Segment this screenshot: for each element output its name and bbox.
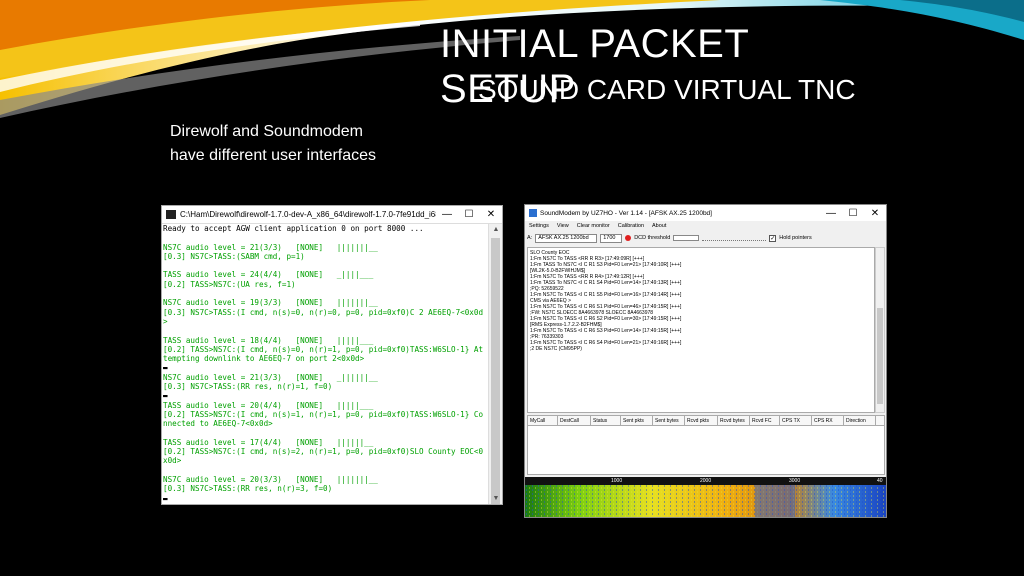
minimize-button[interactable]: — bbox=[436, 209, 458, 220]
monitor-pane: SLO County EOC 1:Fm NS7C To TASS <RR R R3… bbox=[527, 247, 875, 413]
maximize-button[interactable]: ☐ bbox=[458, 209, 480, 220]
hold-pointers-label: Hold pointers bbox=[779, 235, 812, 241]
slide-body-text: Direwolf and Soundmodem have different u… bbox=[170, 120, 430, 168]
console-line: TASS audio level = 20(4/4) [NONE] |||||_… bbox=[163, 400, 374, 410]
console-line: nnected to AE6EQ-7<0x0d> bbox=[163, 419, 273, 429]
column-header[interactable]: MyCall bbox=[528, 416, 558, 425]
scrollbar-thumb[interactable] bbox=[491, 238, 500, 504]
connections-table: MyCall DestCall Status Sent pkts Sent bytes R… bbox=[527, 415, 885, 475]
slide-subtitle: SOUND CARD VIRTUAL TNC bbox=[478, 74, 856, 105]
console-line: TASS audio level = 18(4/4) [NONE] |||||_… bbox=[163, 335, 374, 345]
soundmodem-window-title: SoundModem by UZ7HO - Ver 1.14 - [AFSK A… bbox=[540, 209, 712, 217]
slider-ticks bbox=[702, 236, 767, 241]
waterfall-frequency-axis: 1000 2000 3000 40 bbox=[525, 477, 886, 485]
console-line: NS7C audio level = 20(3/3) [NONE] ||||||… bbox=[163, 475, 378, 485]
waterfall-display[interactable] bbox=[525, 485, 887, 518]
column-header[interactable]: DestCall bbox=[558, 416, 591, 425]
menu-clear-monitor[interactable]: Clear monitor bbox=[577, 223, 610, 229]
hold-pointers-checkbox[interactable]: ✓ bbox=[769, 234, 777, 242]
soundmodem-menubar: Settings View Clear monitor Calibration … bbox=[525, 221, 886, 231]
column-header[interactable]: Rcvd bytes bbox=[718, 416, 750, 425]
console-line: [0.2] TASS>NS7C:(I cmd, n(s)=1, n(r)=1, … bbox=[163, 409, 484, 419]
mode-value: AFSK AX.25 1200bd bbox=[538, 235, 589, 241]
direwolf-titlebar[interactable]: C:\Ham\Direwolf\direwolf-1.7.0-dev-A_x86… bbox=[162, 206, 502, 224]
console-line: NS7C audio level = 19(3/3) [NONE] ||||||… bbox=[163, 298, 378, 308]
close-button[interactable]: ✕ bbox=[480, 209, 502, 220]
frequency-tick-label: 2000 bbox=[700, 478, 712, 484]
soundmodem-window: SoundModem by UZ7HO - Ver 1.14 - [AFSK A… bbox=[524, 204, 887, 518]
column-header[interactable]: Direction bbox=[844, 416, 876, 425]
maximize-button[interactable]: ☐ bbox=[842, 208, 864, 219]
console-line: TASS audio level = 24(4/4) [NONE] _||||_… bbox=[163, 270, 374, 280]
console-line: ▬ bbox=[163, 493, 168, 503]
console-line: NS7C audio level = 21(3/3) [NONE] _|||||… bbox=[163, 372, 378, 382]
console-line: [0.2] TASS>NS7C:(I cmd, n(s)=2, n(r)=1, … bbox=[163, 447, 484, 457]
monitor-line: ;2 DE NS7C (CM95PP) bbox=[530, 346, 582, 352]
soundmodem-titlebar[interactable]: SoundModem by UZ7HO - Ver 1.14 - [AFSK A… bbox=[525, 205, 886, 221]
channel-label: A: bbox=[527, 235, 533, 241]
dcd-indicator-icon bbox=[625, 235, 632, 241]
soundmodem-app-icon bbox=[529, 209, 537, 217]
frequency-value: 1700 bbox=[603, 235, 616, 241]
mode-select[interactable]: AFSK AX.25 1200bd bbox=[535, 233, 598, 243]
console-line: ▬ bbox=[163, 363, 168, 373]
menu-settings[interactable]: Settings bbox=[529, 223, 549, 229]
body-line: Direwolf and Soundmodem bbox=[170, 123, 363, 140]
column-header[interactable]: Sent pkts bbox=[621, 416, 653, 425]
minimize-button[interactable]: — bbox=[820, 208, 842, 219]
scroll-down-arrow-icon[interactable]: ▼ bbox=[489, 495, 502, 502]
menu-view[interactable]: View bbox=[557, 223, 569, 229]
console-line: [0.3] NS7C>TASS:(SABM cmd, p=1) bbox=[163, 251, 305, 261]
direwolf-console-window: C:\Ham\Direwolf\direwolf-1.7.0-dev-A_x86… bbox=[161, 205, 503, 505]
menu-calibration[interactable]: Calibration bbox=[618, 223, 644, 229]
close-button[interactable]: ✕ bbox=[864, 208, 886, 219]
direwolf-console-output: Ready to accept AGW client application 0… bbox=[162, 224, 488, 504]
soundmodem-toolbar: A: AFSK AX.25 1200bd 1700 DCD threshold … bbox=[525, 231, 886, 245]
vertical-scrollbar[interactable]: ▲ ▼ bbox=[488, 224, 502, 504]
column-header[interactable]: CPS RX bbox=[812, 416, 844, 425]
body-line: have different user interfaces bbox=[170, 147, 377, 164]
console-line: > bbox=[163, 316, 168, 326]
table-header: MyCall DestCall Status Sent pkts Sent bytes R… bbox=[528, 416, 884, 426]
console-line: tempting downlink to AE6EQ-7 on port 2<0… bbox=[163, 354, 365, 364]
console-line: [0.3] NS7C>TASS:(RR res, n(r)=3, f=0) bbox=[163, 484, 333, 494]
scroll-up-arrow-icon[interactable]: ▲ bbox=[489, 226, 502, 233]
direwolf-window-title: C:\Ham\Direwolf\direwolf-1.7.0-dev-A_x86… bbox=[180, 210, 436, 219]
console-line: [0.2] TASS>NS7C:(I cmd, n(s)=0, n(r)=1, … bbox=[163, 344, 484, 354]
monitor-scrollbar[interactable] bbox=[875, 247, 885, 413]
console-line: TASS audio level = 17(4/4) [NONE] ||||||… bbox=[163, 437, 374, 447]
console-line: [0.3] NS7C>TASS:(RR res, n(r)=1, f=0) bbox=[163, 382, 333, 392]
column-header[interactable]: Rcvd FC bbox=[750, 416, 780, 425]
column-header[interactable]: Status bbox=[591, 416, 621, 425]
console-line: Ready to accept AGW client application 0… bbox=[163, 224, 424, 233]
console-app-icon bbox=[166, 210, 176, 219]
frequency-tick-label: 1000 bbox=[611, 478, 623, 484]
console-line: NS7C audio level = 21(3/3) [NONE] ||||||… bbox=[163, 242, 378, 252]
console-line: [0.3] NS7C>TASS:(I cmd, n(s)=0, n(r)=0, … bbox=[163, 307, 484, 317]
dcd-threshold-slider[interactable] bbox=[673, 235, 700, 241]
dcd-threshold-label: DCD threshold bbox=[634, 235, 671, 241]
console-line: x0d> bbox=[163, 456, 182, 466]
column-header[interactable]: Rcvd pkts bbox=[685, 416, 718, 425]
frequency-input[interactable]: 1700 bbox=[600, 233, 623, 243]
console-line: ▬ bbox=[163, 391, 168, 401]
frequency-tick-label: 40 bbox=[877, 478, 883, 484]
menu-about[interactable]: About bbox=[652, 223, 666, 229]
column-header[interactable]: Sent bytes bbox=[653, 416, 685, 425]
frequency-tick-label: 3000 bbox=[789, 478, 801, 484]
scrollbar-thumb[interactable] bbox=[877, 308, 883, 404]
console-line: [0.2] TASS>NS7C:(UA res, f=1) bbox=[163, 279, 296, 289]
column-header[interactable]: CPS TX bbox=[780, 416, 812, 425]
